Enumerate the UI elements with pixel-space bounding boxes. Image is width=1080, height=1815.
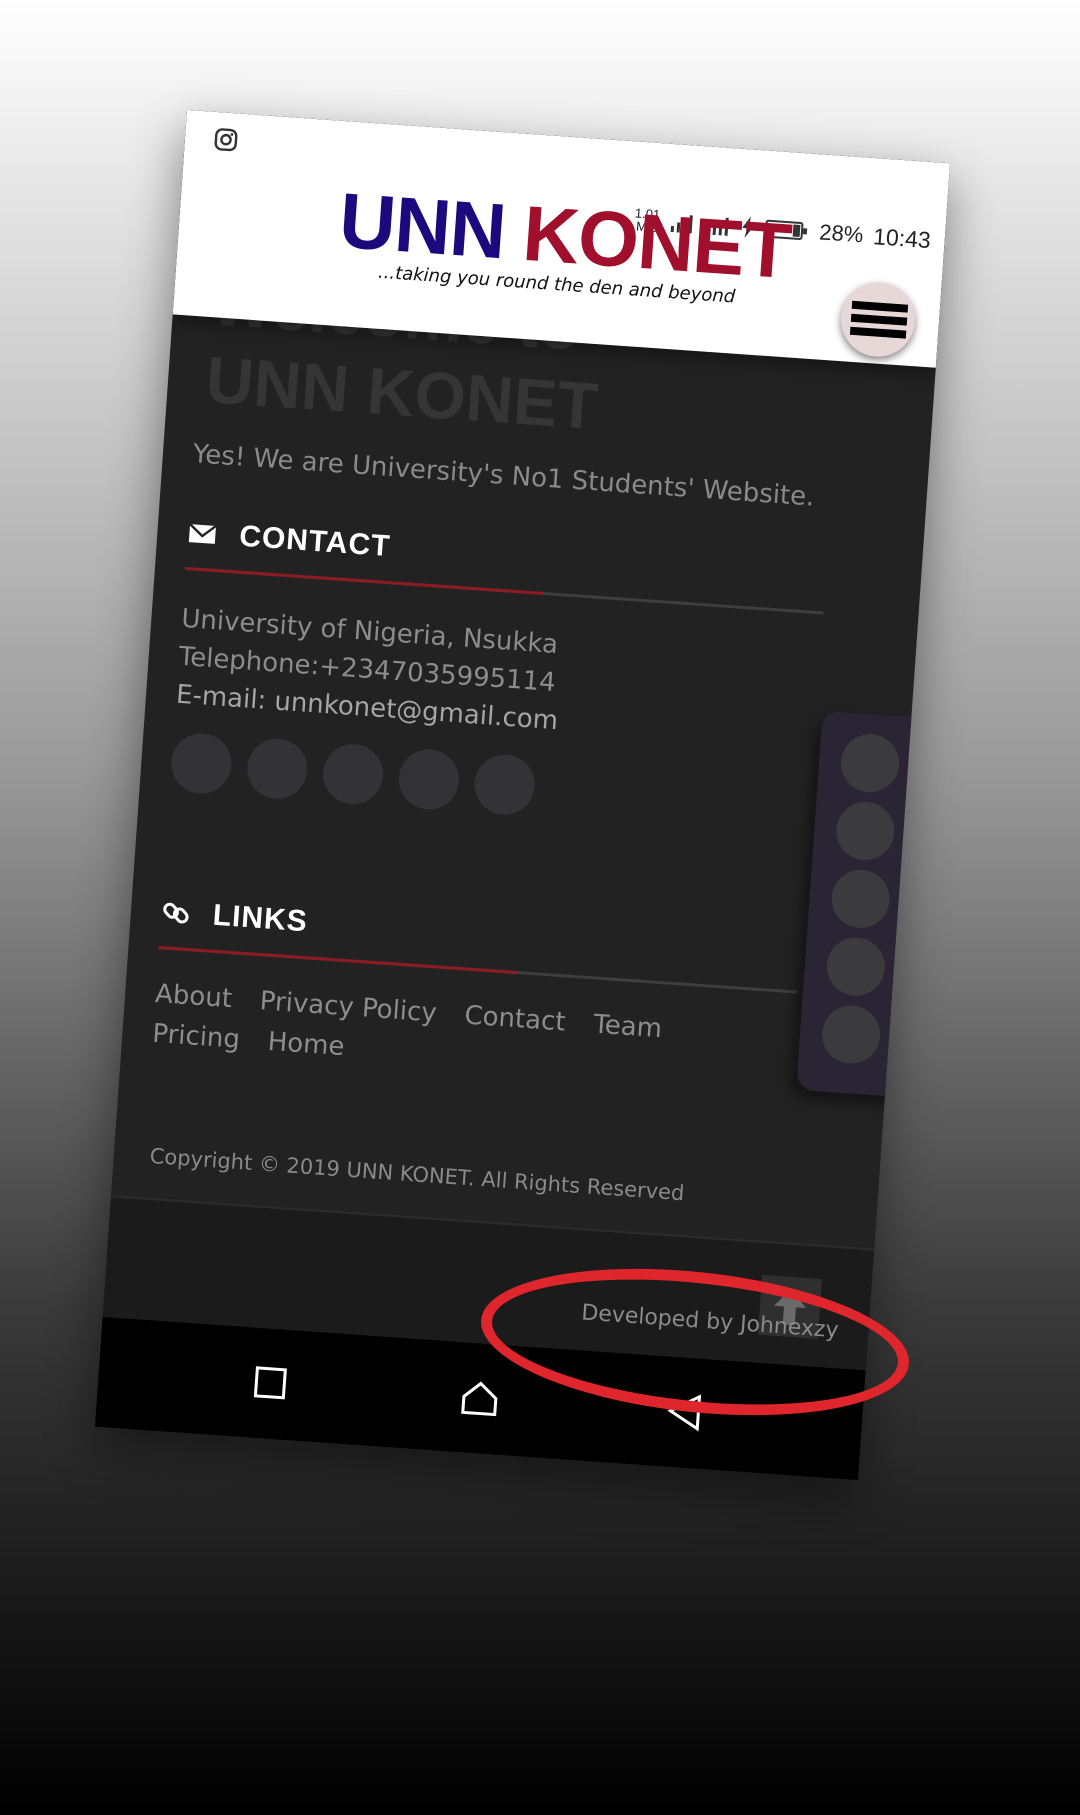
link-contact[interactable]: Contact [463, 997, 567, 1042]
links-heading-text: LINKS [211, 898, 309, 939]
floating-share-panel [796, 710, 933, 1098]
social-button-3[interactable] [321, 742, 386, 807]
menu-icon-bar [850, 313, 908, 326]
battery-percent: 28% [818, 219, 865, 248]
recent-apps-icon[interactable] [247, 1359, 294, 1406]
phone-screen: Welcome to UNN KONET Yes! We are Univers… [94, 109, 951, 1481]
social-button-4[interactable] [396, 747, 461, 812]
contact-details: University of Nigeria, Nsukka Telephone:… [175, 600, 821, 758]
hamburger-menu-icon [851, 300, 909, 313]
link-team[interactable]: Team [592, 1006, 663, 1049]
logo-text-unn: UNN [336, 175, 509, 276]
envelope-icon [188, 523, 217, 544]
share-button-2[interactable] [834, 800, 897, 862]
share-button-4[interactable] [824, 935, 887, 998]
link-icon [163, 902, 189, 924]
status-time: 10:43 [872, 222, 932, 253]
social-button-5[interactable] [472, 752, 537, 817]
site-logo[interactable]: UNN KONET ...taking you round the den and… [335, 175, 794, 309]
share-button-1[interactable] [839, 732, 902, 795]
links-heading: LINKS [159, 890, 801, 979]
photo-stage: Welcome to UNN KONET Yes! We are Univers… [0, 0, 1080, 1815]
social-button-1[interactable] [169, 731, 234, 796]
link-home[interactable]: Home [266, 1023, 346, 1066]
instagram-icon[interactable] [212, 126, 240, 154]
contact-heading: CONTACT [186, 511, 828, 600]
footer-links: About Privacy Policy Contact Team Pricin… [151, 975, 795, 1097]
link-about[interactable]: About [154, 975, 233, 1018]
menu-icon-bar [849, 326, 907, 339]
share-button-3[interactable] [829, 867, 892, 930]
links-section: LINKS About Privacy Policy Contact Team … [151, 890, 801, 1097]
social-button-2[interactable] [245, 736, 310, 801]
link-pricing[interactable]: Pricing [151, 1015, 241, 1059]
hamburger-menu-button[interactable] [838, 280, 918, 360]
contact-heading-text: CONTACT [238, 519, 392, 564]
share-button-5[interactable] [820, 1003, 883, 1066]
home-icon[interactable] [456, 1374, 503, 1421]
contact-section: CONTACT University of Nigeria, Nsukka Te… [169, 511, 827, 836]
